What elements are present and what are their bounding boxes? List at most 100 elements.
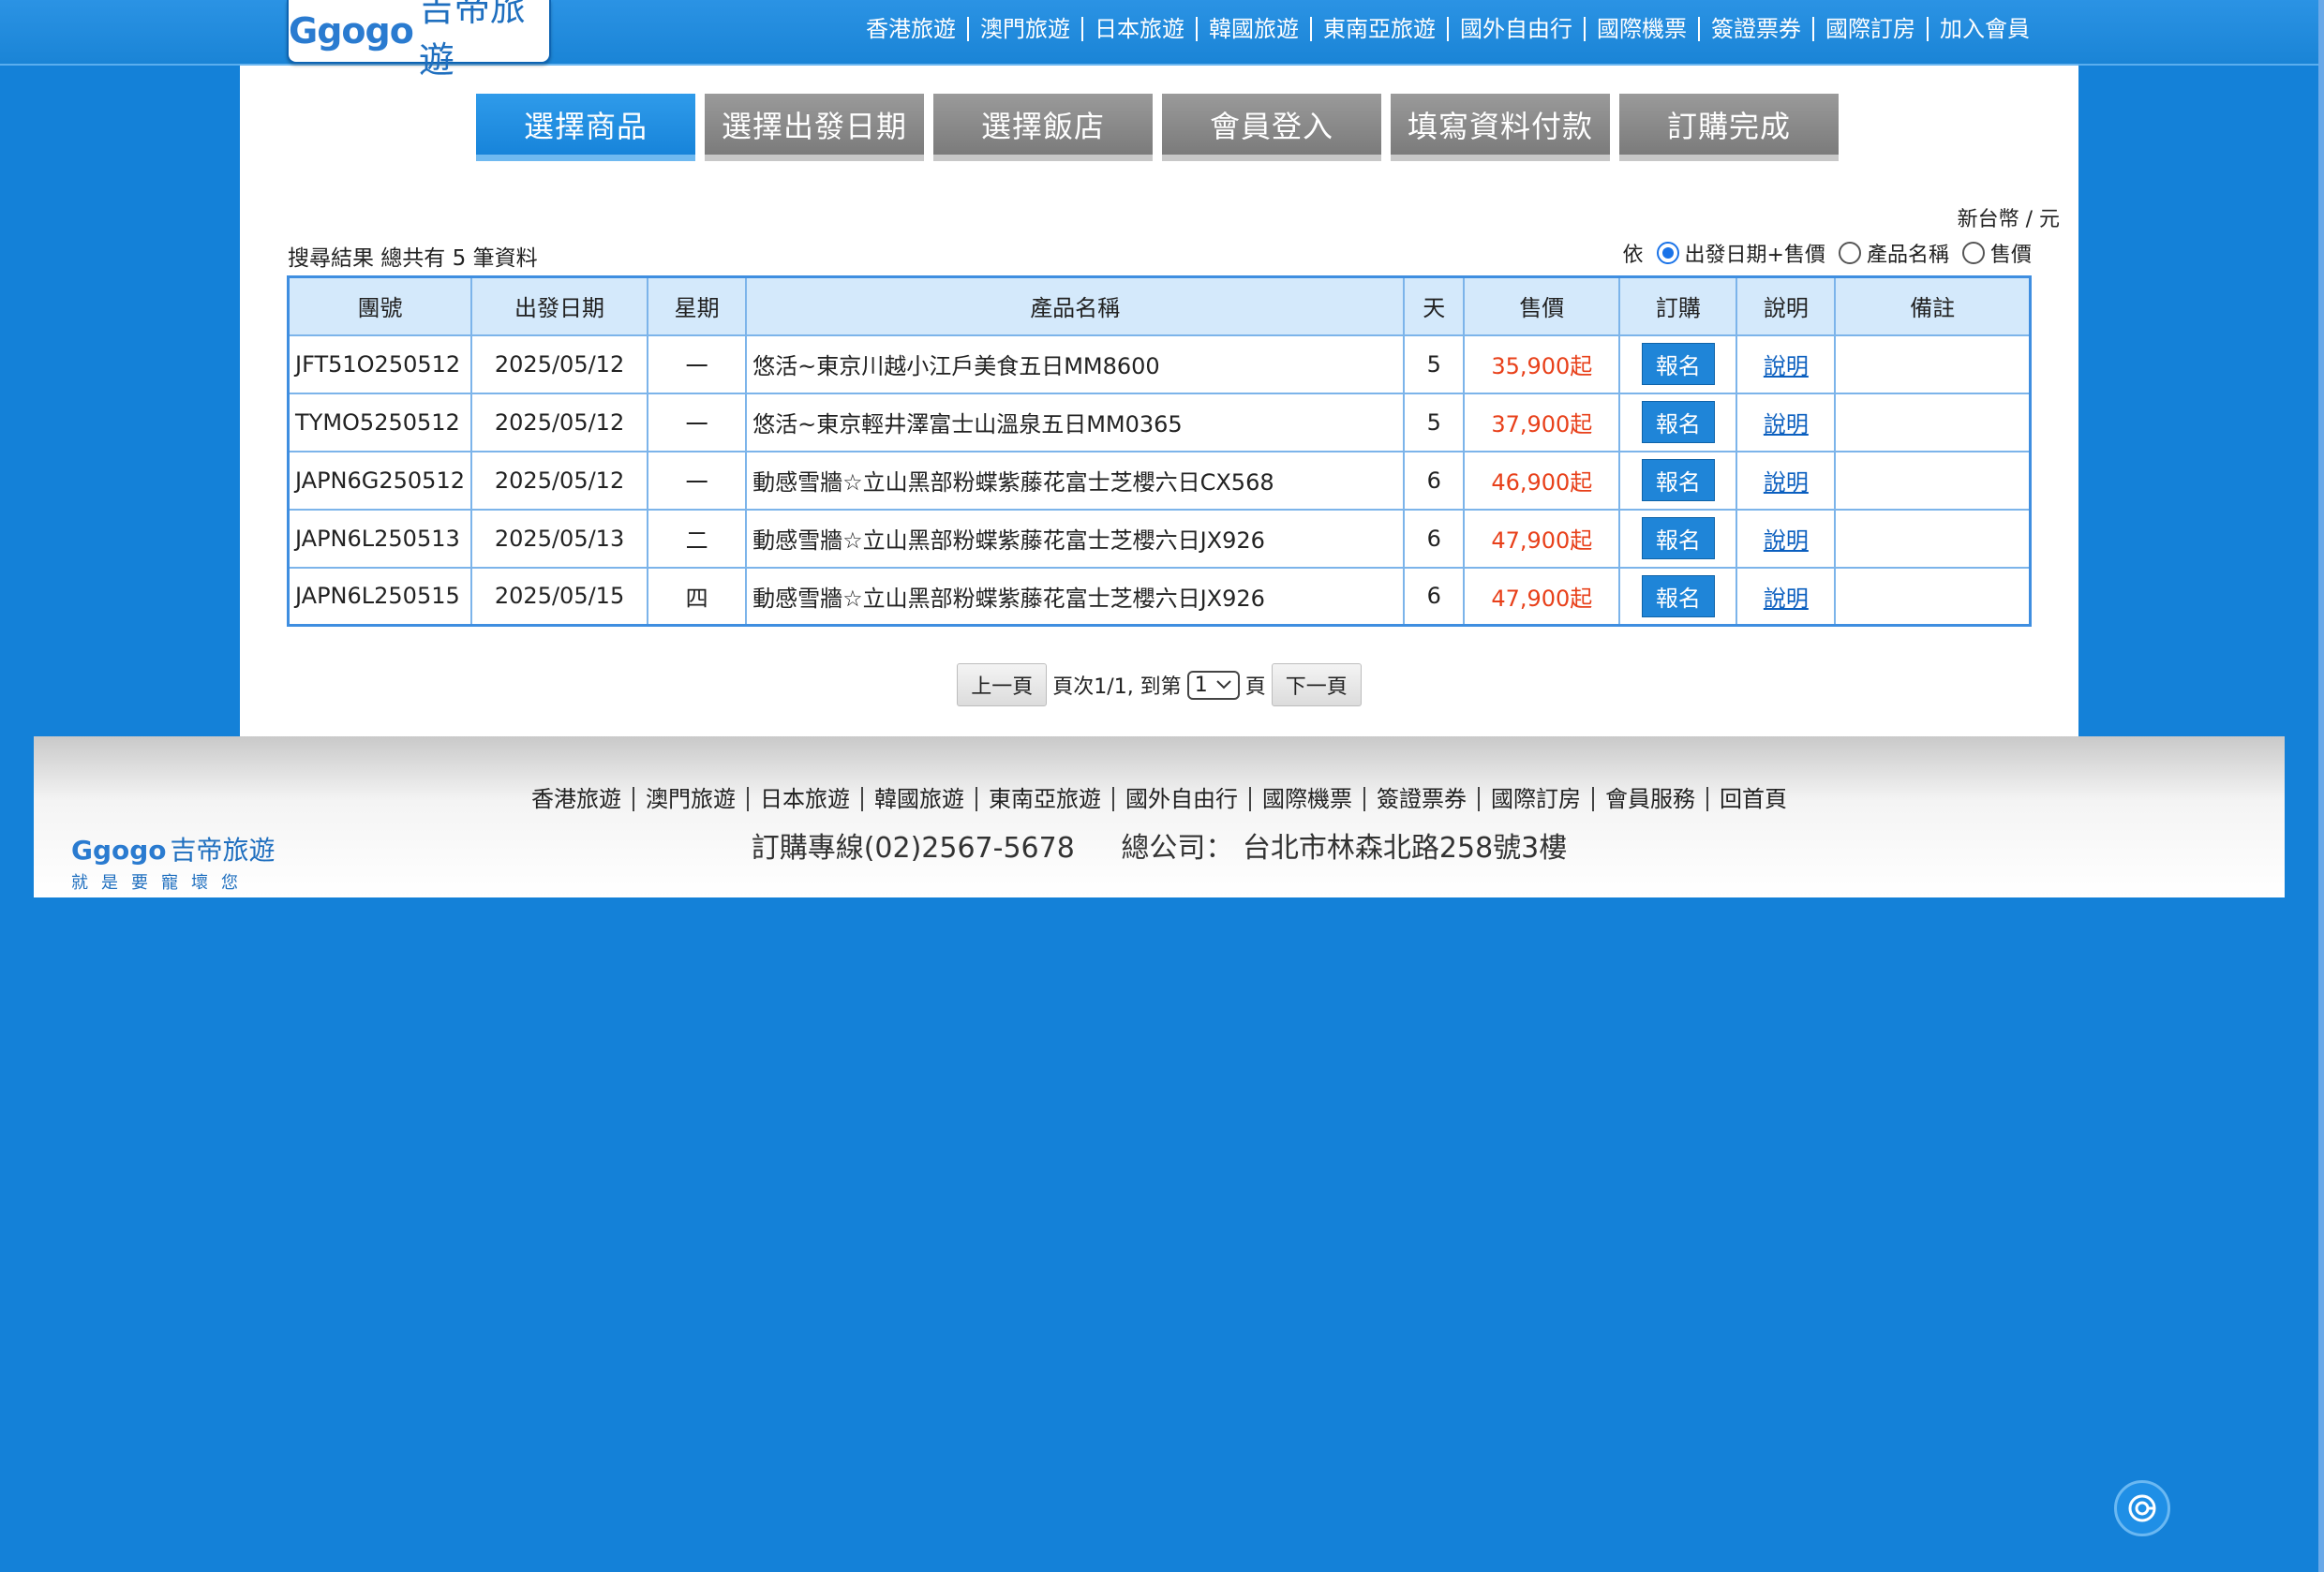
page-suffix: 頁 bbox=[1244, 675, 1266, 699]
topnav-independent-travel[interactable]: 國外自由行 bbox=[1449, 17, 1586, 41]
topnav-macau[interactable]: 澳門旅遊 bbox=[969, 17, 1083, 41]
header-departure-date: 出發日期 bbox=[470, 275, 649, 336]
footer-nav-southeast-asia[interactable]: 東南亞旅遊 bbox=[977, 787, 1114, 811]
chat-bubble-icon bbox=[2128, 1494, 2156, 1522]
cell-departure-date: 2025/05/12 bbox=[470, 334, 649, 394]
footer-logo-english: Ggogo bbox=[71, 835, 167, 866]
page-info: 頁次1/1, 到第 bbox=[1052, 675, 1182, 699]
site-logo[interactable]: Ggogo 吉帝旅遊 bbox=[287, 0, 551, 81]
table-row: JAPN6G250512 2025/05/12 一 動感雪牆☆立山黑部粉蝶紫藤花… bbox=[287, 450, 2032, 511]
footer-contact: 訂購專線(02)2567-5678 總公司： 台北市林森北路258號3樓 bbox=[34, 824, 2285, 866]
sort-option-product-name[interactable]: 產品名稱 bbox=[1838, 238, 1949, 268]
main-container: Ggogo 吉帝旅遊 香港旅遊 澳門旅遊 日本旅遊 韓國旅遊 東南亞旅遊 國外自… bbox=[240, 0, 2078, 736]
cell-days: 5 bbox=[1403, 334, 1466, 394]
book-button[interactable]: 報名 bbox=[1641, 517, 1715, 559]
step-select-hotel[interactable]: 選擇飯店 bbox=[933, 94, 1153, 161]
radio-price[interactable] bbox=[1961, 242, 1985, 264]
sort-option-label: 產品名稱 bbox=[1866, 244, 1949, 267]
cell-info: 說明 bbox=[1736, 566, 1837, 627]
step-member-login[interactable]: 會員登入 bbox=[1162, 94, 1381, 161]
header-weekday: 星期 bbox=[647, 275, 748, 336]
currency-label: 新台幣 / 元 bbox=[1957, 208, 2060, 231]
scrollbar-track[interactable] bbox=[2318, 0, 2324, 1572]
topnav-air-tickets[interactable]: 國際機票 bbox=[1586, 17, 1700, 41]
radio-product-name[interactable] bbox=[1838, 242, 1861, 264]
cell-note bbox=[1834, 508, 2032, 569]
cell-days: 5 bbox=[1403, 392, 1466, 452]
footer-nav-visa-tickets[interactable]: 簽證票券 bbox=[1365, 787, 1480, 811]
topnav-southeast-asia[interactable]: 東南亞旅遊 bbox=[1312, 17, 1449, 41]
cell-departure-date: 2025/05/15 bbox=[470, 566, 649, 627]
cell-tour-code: JAPN6L250513 bbox=[287, 508, 473, 569]
cell-weekday: 一 bbox=[647, 334, 748, 394]
sort-option-price[interactable]: 售價 bbox=[1961, 238, 2032, 268]
book-button[interactable]: 報名 bbox=[1641, 401, 1715, 443]
booking-steps: 選擇商品 選擇出發日期 選擇飯店 會員登入 填寫資料付款 訂購完成 bbox=[476, 94, 1839, 161]
table-row: JAPN6L250515 2025/05/15 四 動感雪牆☆立山黑部粉蝶紫藤花… bbox=[287, 566, 2032, 627]
chat-widget-button[interactable] bbox=[2114, 1480, 2170, 1536]
cell-book: 報名 bbox=[1618, 508, 1738, 569]
topnav-hongkong[interactable]: 香港旅遊 bbox=[855, 17, 969, 41]
header-days: 天 bbox=[1403, 275, 1466, 336]
topnav-hotel-booking[interactable]: 國際訂房 bbox=[1814, 17, 1929, 41]
header-tour-code: 團號 bbox=[287, 275, 473, 336]
cell-info: 說明 bbox=[1736, 392, 1837, 452]
cell-info: 說明 bbox=[1736, 334, 1837, 394]
footer-nav-hongkong[interactable]: 香港旅遊 bbox=[520, 787, 634, 811]
header-product-name: 產品名稱 bbox=[745, 275, 1406, 336]
footer-nav-macau[interactable]: 澳門旅遊 bbox=[634, 787, 749, 811]
footer-logo[interactable]: Ggogo 吉帝旅遊 就是要寵壞您 bbox=[71, 830, 277, 893]
info-link[interactable]: 說明 bbox=[1764, 586, 1809, 612]
step-select-product[interactable]: 選擇商品 bbox=[476, 94, 695, 161]
cell-book: 報名 bbox=[1618, 392, 1738, 452]
cell-price: 37,900起 bbox=[1463, 392, 1621, 452]
header-info: 說明 bbox=[1736, 275, 1837, 336]
topnav-visa-tickets[interactable]: 簽證票券 bbox=[1700, 17, 1814, 41]
table-header-row: 團號 出發日期 星期 產品名稱 天 售價 訂購 說明 備註 bbox=[287, 275, 2032, 336]
site-header: Ggogo 吉帝旅遊 香港旅遊 澳門旅遊 日本旅遊 韓國旅遊 東南亞旅遊 國外自… bbox=[240, 0, 2078, 81]
next-page-button[interactable]: 下一頁 bbox=[1271, 663, 1362, 706]
footer-nav-home[interactable]: 回首頁 bbox=[1708, 787, 1798, 811]
footer-nav-independent-travel[interactable]: 國外自由行 bbox=[1114, 787, 1251, 811]
step-select-date[interactable]: 選擇出發日期 bbox=[705, 94, 924, 161]
info-link[interactable]: 說明 bbox=[1764, 411, 1809, 437]
page-select-value: 1 bbox=[1194, 673, 1208, 697]
sort-option-date-price[interactable]: 出發日期+售價 bbox=[1656, 238, 1825, 268]
footer-nav-japan[interactable]: 日本旅遊 bbox=[749, 787, 863, 811]
cell-product-name: 悠活~東京川越小江戶美食五日MM8600 bbox=[745, 334, 1406, 394]
book-button[interactable]: 報名 bbox=[1641, 574, 1715, 617]
book-button[interactable]: 報名 bbox=[1641, 343, 1715, 385]
footer-nav-air-tickets[interactable]: 國際機票 bbox=[1251, 787, 1365, 811]
cell-product-name: 動感雪牆☆立山黑部粉蝶紫藤花富士芝櫻六日JX926 bbox=[745, 566, 1406, 627]
footer-nav-korea[interactable]: 韓國旅遊 bbox=[863, 787, 977, 811]
cell-price: 35,900起 bbox=[1463, 334, 1621, 394]
cell-tour-code: JAPN6L250515 bbox=[287, 566, 473, 627]
info-link[interactable]: 說明 bbox=[1764, 353, 1809, 379]
prev-page-button[interactable]: 上一頁 bbox=[957, 663, 1048, 706]
topnav-join-member[interactable]: 加入會員 bbox=[1929, 17, 2030, 41]
cell-price: 47,900起 bbox=[1463, 566, 1621, 627]
topnav-japan[interactable]: 日本旅遊 bbox=[1083, 17, 1198, 41]
info-link[interactable]: 說明 bbox=[1764, 527, 1809, 554]
footer-nav-hotel-booking[interactable]: 國際訂房 bbox=[1480, 787, 1594, 811]
logo-english: Ggogo bbox=[289, 10, 414, 52]
cell-weekday: 一 bbox=[647, 392, 748, 452]
topnav-korea[interactable]: 韓國旅遊 bbox=[1198, 17, 1312, 41]
sort-options: 依 出發日期+售價 產品名稱 售價 bbox=[1623, 238, 2032, 268]
sort-label: 依 bbox=[1622, 244, 1644, 267]
pagination: 上一頁 頁次1/1, 到第 1 頁 下一頁 bbox=[240, 663, 2078, 706]
step-complete[interactable]: 訂購完成 bbox=[1619, 94, 1839, 161]
footer-nav-member-service[interactable]: 會員服務 bbox=[1594, 787, 1708, 811]
result-count: 搜尋結果 總共有 5 筆資料 bbox=[288, 246, 538, 271]
cell-price: 46,900起 bbox=[1463, 450, 1621, 511]
table-row: TYMO5250512 2025/05/12 一 悠活~東京輕井澤富士山溫泉五日… bbox=[287, 392, 2032, 452]
book-button[interactable]: 報名 bbox=[1641, 459, 1715, 501]
cell-info: 說明 bbox=[1736, 450, 1837, 511]
page-select[interactable]: 1 bbox=[1186, 670, 1240, 700]
cell-departure-date: 2025/05/13 bbox=[470, 508, 649, 569]
cell-book: 報名 bbox=[1618, 450, 1738, 511]
cell-book: 報名 bbox=[1618, 334, 1738, 394]
info-link[interactable]: 說明 bbox=[1764, 469, 1809, 496]
radio-date-price[interactable] bbox=[1656, 242, 1679, 264]
step-payment[interactable]: 填寫資料付款 bbox=[1391, 94, 1610, 161]
